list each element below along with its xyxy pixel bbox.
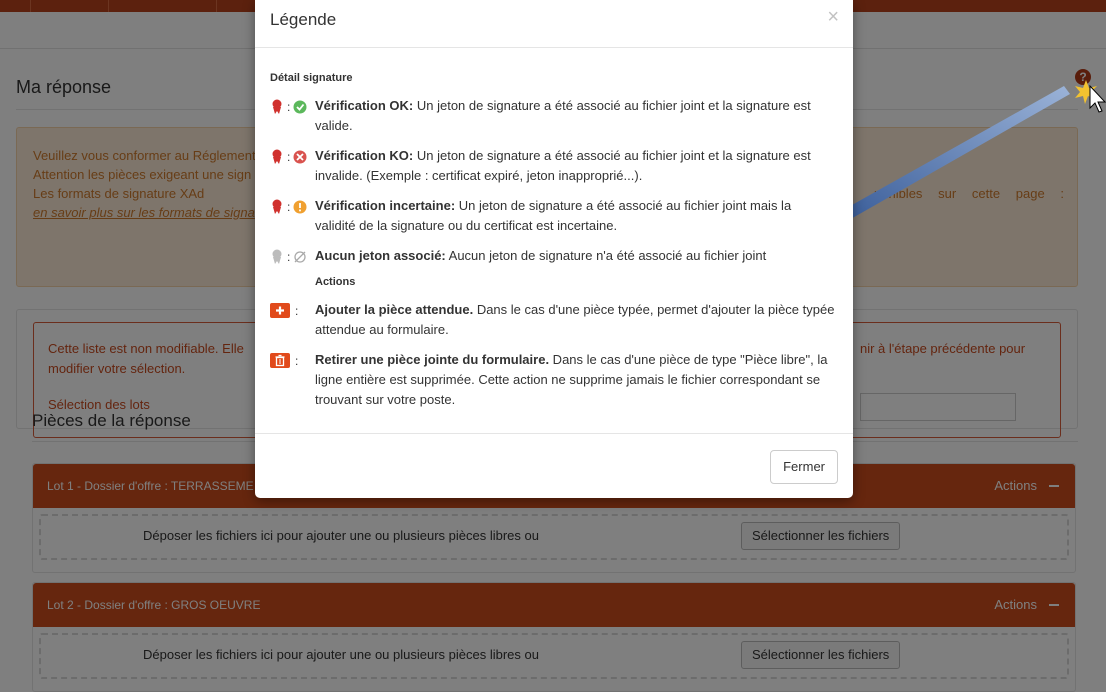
trash-icon: :: [270, 353, 298, 368]
close-button[interactable]: Fermer: [770, 450, 838, 484]
modal-body: Détail signature : Vérification OK: Un j…: [255, 48, 853, 434]
legend-label: Vérification KO:: [315, 148, 414, 163]
modal-title: Légende: [270, 10, 337, 29]
svg-text::: :: [287, 100, 290, 114]
svg-text::: :: [295, 354, 298, 368]
ribbon-cross-icon: :: [272, 149, 307, 164]
svg-text::: :: [287, 250, 290, 264]
ribbon-check-icon: :: [272, 99, 307, 114]
legend-modal: Légende × Détail signature : Vérificatio…: [255, 0, 853, 498]
legend-label: Retirer une pièce jointe du formulaire.: [315, 352, 550, 367]
section-heading-signature: Détail signature: [270, 72, 353, 84]
legend-label: Vérification OK:: [315, 98, 414, 113]
modal-footer: Fermer: [255, 434, 853, 498]
svg-text::: :: [295, 304, 298, 318]
plus-icon: :: [270, 303, 298, 318]
svg-text::: :: [287, 150, 290, 164]
legend-label: Aucun jeton associé:: [315, 248, 446, 263]
legend-label: Vérification incertaine:: [315, 198, 456, 213]
legend-label: Ajouter la pièce attendue.: [315, 302, 474, 317]
ribbon-none-icon: :: [272, 249, 306, 264]
section-heading-actions: Actions: [315, 276, 356, 288]
legend-text: Aucun jeton de signature n'a été associé…: [445, 248, 767, 263]
ribbon-warning-icon: :: [272, 199, 307, 214]
svg-text::: :: [287, 200, 290, 214]
close-icon[interactable]: ×: [827, 6, 839, 29]
modal-header: Légende ×: [255, 0, 853, 48]
